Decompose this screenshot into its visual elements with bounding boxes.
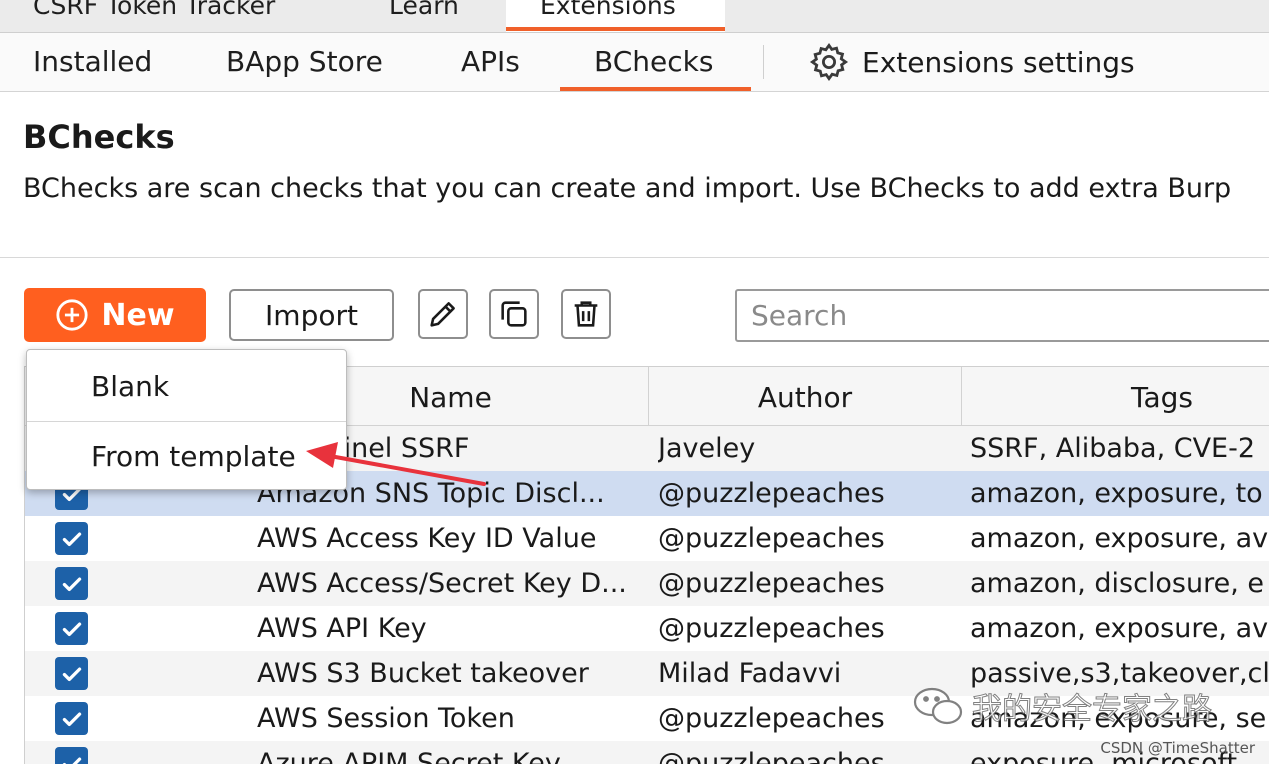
duplicate-button[interactable] (489, 289, 539, 339)
burp-extensions-page: CSRF Token Tracker Learn Extensions Inst… (0, 0, 1269, 764)
tab-learn[interactable]: Learn (389, 0, 459, 32)
tab-bchecks[interactable]: BChecks (559, 43, 753, 91)
import-button[interactable]: Import (229, 289, 394, 341)
enabled-checkbox[interactable] (55, 612, 88, 645)
watermark-text: 我的安全专家之路 (972, 692, 1213, 728)
wechat-icon (913, 687, 963, 725)
cell-author: @puzzlepeaches (658, 613, 885, 644)
check-icon (62, 622, 81, 636)
cell-name: AWS API Key (257, 613, 427, 644)
enabled-checkbox[interactable] (55, 657, 88, 690)
new-button-label: New (101, 297, 175, 333)
cell-tags: amazon, exposure, av (970, 523, 1269, 554)
header-author[interactable]: Author (649, 367, 962, 425)
top-tab-bar: CSRF Token Tracker Learn Extensions (0, 0, 1269, 33)
trash-icon (574, 301, 598, 327)
tab-installed[interactable]: Installed (33, 43, 152, 89)
cell-tags: SSRF, Alibaba, CVE-2 (970, 433, 1256, 464)
delete-button[interactable] (561, 289, 611, 339)
menu-item-blank[interactable]: Blank (27, 352, 346, 420)
header-tags[interactable]: Tags (962, 367, 1269, 425)
table-row[interactable]: Azure APIM Secret Key @puzzlepeaches exp… (25, 741, 1269, 764)
cell-name: AWS S3 Bucket takeover (257, 658, 589, 689)
menu-item-from-template[interactable]: From template (27, 422, 346, 490)
check-icon (62, 667, 81, 681)
cell-name: Azure APIM Secret Key (257, 748, 561, 764)
cell-author: @puzzlepeaches (658, 568, 885, 599)
cell-author: @puzzlepeaches (658, 748, 885, 764)
new-dropdown-menu: Blank From template (26, 349, 347, 490)
cell-tags: amazon, exposure, av (970, 613, 1269, 644)
tab-bapp-store[interactable]: BApp Store (226, 43, 383, 89)
cell-name: AWS Access Key ID Value (257, 523, 597, 554)
wechat-watermark: 我的安全专家之路 (912, 684, 1213, 728)
cell-author: @puzzlepeaches (658, 703, 885, 734)
gear-icon (809, 42, 849, 82)
check-icon (62, 532, 81, 546)
cell-name: AWS Access/Secret Key D... (257, 568, 627, 599)
check-icon (62, 577, 81, 591)
check-icon (62, 712, 81, 726)
plus-circle-icon (56, 299, 88, 331)
cell-author: @puzzlepeaches (658, 523, 885, 554)
enabled-checkbox[interactable] (55, 567, 88, 600)
search-input[interactable] (735, 289, 1269, 342)
csdn-credit: CSDN @TimeShatter (1100, 739, 1255, 757)
page-title: BChecks (23, 118, 175, 156)
pencil-icon (430, 302, 455, 327)
cell-tags: amazon, exposure, to (970, 478, 1263, 509)
cell-author: @puzzlepeaches (658, 478, 885, 509)
enabled-checkbox[interactable] (55, 702, 88, 735)
cell-tags: amazon, disclosure, e (970, 568, 1265, 599)
divider (0, 257, 1269, 258)
table-row[interactable]: AWS API Key @puzzlepeaches amazon, expos… (25, 606, 1269, 651)
page-description: BChecks are scan checks that you can cre… (23, 173, 1232, 204)
enabled-checkbox[interactable] (55, 522, 88, 555)
table-row[interactable]: AWS Access Key ID Value @puzzlepeaches a… (25, 516, 1269, 561)
enabled-checkbox[interactable] (55, 747, 88, 764)
tab-apis[interactable]: APIs (461, 43, 520, 89)
edit-button[interactable] (418, 289, 468, 339)
check-icon (62, 757, 81, 764)
tab-extensions[interactable]: Extensions (506, 0, 725, 32)
tab-csrf-token-tracker[interactable]: CSRF Token Tracker (33, 0, 275, 32)
cell-author: Javeley (658, 433, 756, 464)
settings-label: Extensions settings (862, 45, 1135, 79)
new-button[interactable]: New (24, 288, 206, 342)
extensions-settings-button[interactable]: Extensions settings (808, 40, 1135, 84)
cell-name: AWS Session Token (257, 703, 515, 734)
table-row[interactable]: AWS Access/Secret Key D... @puzzlepeache… (25, 561, 1269, 606)
cell-author: Milad Fadavvi (658, 658, 842, 689)
tab-separator (763, 45, 764, 79)
copy-icon (501, 301, 527, 327)
